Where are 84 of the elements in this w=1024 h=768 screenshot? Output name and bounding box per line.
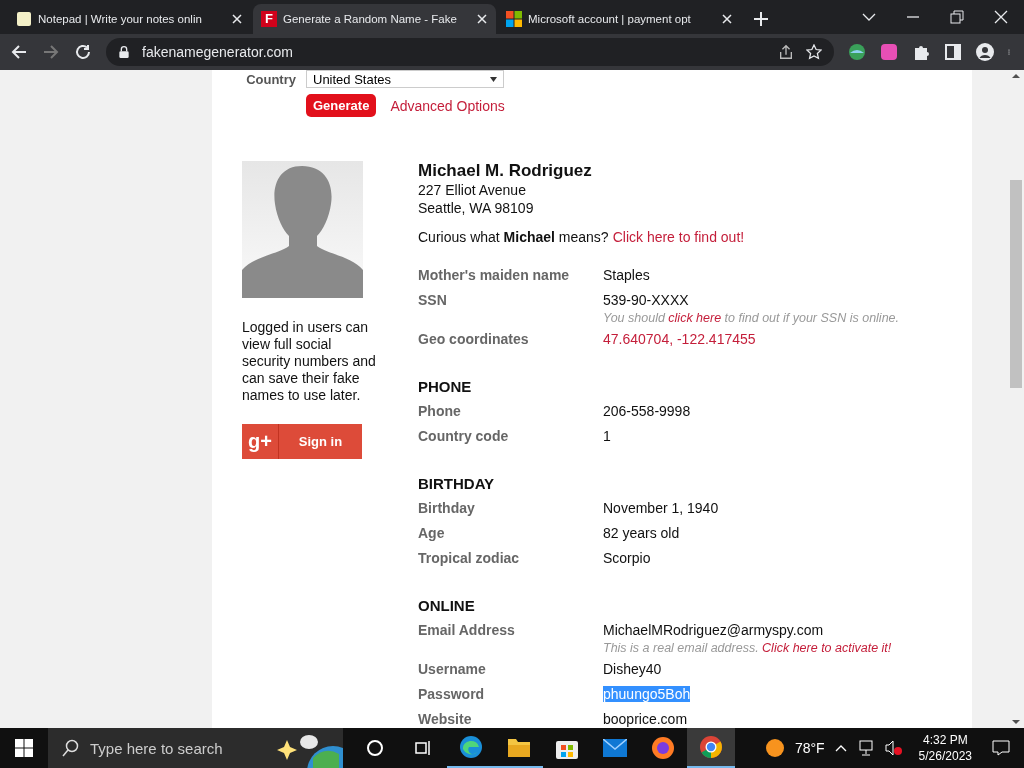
field-value: 206-558-9998 bbox=[603, 403, 691, 419]
reload-icon[interactable] bbox=[74, 43, 92, 61]
field-note: This is a real email address. Click here to activate it! bbox=[603, 641, 892, 655]
field-label: Tropical zodiac bbox=[418, 550, 521, 568]
note-link[interactable]: click here bbox=[668, 311, 722, 325]
chrome-icon[interactable] bbox=[699, 735, 723, 759]
address-line: Seattle, WA 98109 bbox=[418, 199, 535, 217]
field-label: Username bbox=[418, 661, 487, 679]
caret-icon bbox=[490, 76, 497, 82]
advanced-options-link[interactable]: Advanced Options bbox=[390, 97, 505, 114]
task-view-icon[interactable] bbox=[414, 739, 432, 757]
clock-time[interactable]: 4:32 PM bbox=[922, 732, 968, 748]
browser-tab[interactable]: F Generate a Random Name - Fake bbox=[253, 4, 496, 34]
forward-icon[interactable] bbox=[42, 43, 60, 61]
field-value: Staples bbox=[603, 267, 650, 283]
cortana-icon[interactable] bbox=[366, 739, 384, 757]
address-bar[interactable]: fakenamegenerator.com bbox=[106, 38, 834, 66]
taskbar-button[interactable] bbox=[687, 728, 735, 768]
address-line: 227 Elliot Avenue bbox=[418, 181, 527, 199]
puzzle-icon[interactable] bbox=[912, 43, 930, 61]
site-logo: F bbox=[261, 11, 277, 27]
search-icon bbox=[62, 739, 80, 757]
clock-date[interactable]: 5/26/2023 bbox=[918, 748, 972, 764]
sun-icon[interactable] bbox=[764, 738, 785, 758]
field-label: Website bbox=[418, 711, 473, 728]
field-value: 1 bbox=[603, 428, 611, 444]
google-plus-sign-in-button[interactable]: g+ Sign in bbox=[242, 424, 362, 459]
edge-icon[interactable] bbox=[459, 735, 483, 759]
field-label: Geo coordinates bbox=[418, 331, 530, 349]
close-icon[interactable] bbox=[721, 13, 733, 25]
field-label: Birthday bbox=[418, 500, 476, 518]
field-value: booprice.com bbox=[603, 711, 688, 727]
section-heading: PHONE bbox=[418, 378, 473, 395]
login-note: Logged in users can view full social security numbers and can save their fake names to use later. bbox=[242, 319, 377, 404]
country-dropdown[interactable]: United States bbox=[306, 70, 504, 88]
star-icon[interactable] bbox=[806, 44, 822, 60]
close-icon[interactable] bbox=[231, 13, 243, 25]
folder-icon[interactable] bbox=[507, 736, 531, 758]
field-note: You should click here to find out if your SSN is online. bbox=[603, 311, 899, 325]
note-link[interactable]: Click here to activate it! bbox=[762, 641, 892, 655]
weather-text[interactable]: 78°F bbox=[794, 740, 825, 756]
windows-start-icon[interactable] bbox=[15, 739, 33, 757]
field-value: Dishey40 bbox=[603, 661, 662, 677]
browser-tab[interactable]: Microsoft account | payment opt bbox=[498, 4, 741, 34]
field-link[interactable]: 47.640704, -122.417455 bbox=[603, 331, 756, 347]
firefox-icon[interactable] bbox=[651, 736, 675, 760]
field-label: Password bbox=[418, 686, 486, 704]
windows-logo-icon bbox=[506, 11, 522, 27]
lock-icon bbox=[118, 45, 130, 59]
close-icon[interactable] bbox=[476, 13, 488, 25]
back-icon[interactable] bbox=[10, 43, 28, 61]
section-heading: BIRTHDAY bbox=[418, 475, 496, 492]
field-label: Mother's maiden name bbox=[418, 267, 571, 285]
field-label: Email Address bbox=[418, 622, 516, 640]
side-panel-icon[interactable] bbox=[944, 43, 962, 61]
field-value: November 1, 1940 bbox=[603, 500, 719, 516]
muted-volume-icon[interactable] bbox=[884, 740, 903, 756]
share-icon[interactable] bbox=[778, 44, 794, 60]
notifications-icon[interactable] bbox=[992, 740, 1010, 756]
generate-button[interactable]: Generate bbox=[306, 94, 377, 117]
country-label: Country bbox=[245, 71, 296, 87]
field-value: 82 years old bbox=[603, 525, 680, 541]
globe-extension-icon[interactable] bbox=[848, 43, 866, 61]
chevron-up-icon[interactable] bbox=[834, 744, 847, 752]
taskbar-search-field[interactable]: Type here to search bbox=[48, 728, 343, 768]
new-tab-icon[interactable] bbox=[753, 11, 769, 27]
field-label: Phone bbox=[418, 403, 462, 421]
browser-tab[interactable]: Notepad | Write your notes onlin bbox=[8, 4, 251, 34]
curious-text: Curious what Michael means? bbox=[418, 229, 609, 245]
field-label: Country code bbox=[418, 428, 510, 446]
field-label: Age bbox=[418, 525, 446, 543]
network-icon[interactable] bbox=[856, 740, 875, 756]
close-icon[interactable] bbox=[994, 10, 1008, 24]
extension-icon[interactable] bbox=[880, 43, 898, 61]
person-name: Michael M. Rodriguez bbox=[418, 161, 593, 181]
profile-icon[interactable] bbox=[976, 43, 994, 61]
field-value: MichaelMRodriguez@armyspy.com bbox=[603, 622, 824, 638]
restore-icon[interactable] bbox=[950, 10, 964, 24]
notepad-icon bbox=[16, 11, 32, 27]
field-value: 539-90-XXXX bbox=[603, 292, 689, 308]
field-label: SSN bbox=[418, 292, 448, 310]
find-out-link[interactable]: Click here to find out! bbox=[612, 229, 745, 245]
section-heading: ONLINE bbox=[418, 597, 476, 614]
field-value: Scorpio bbox=[603, 550, 651, 566]
